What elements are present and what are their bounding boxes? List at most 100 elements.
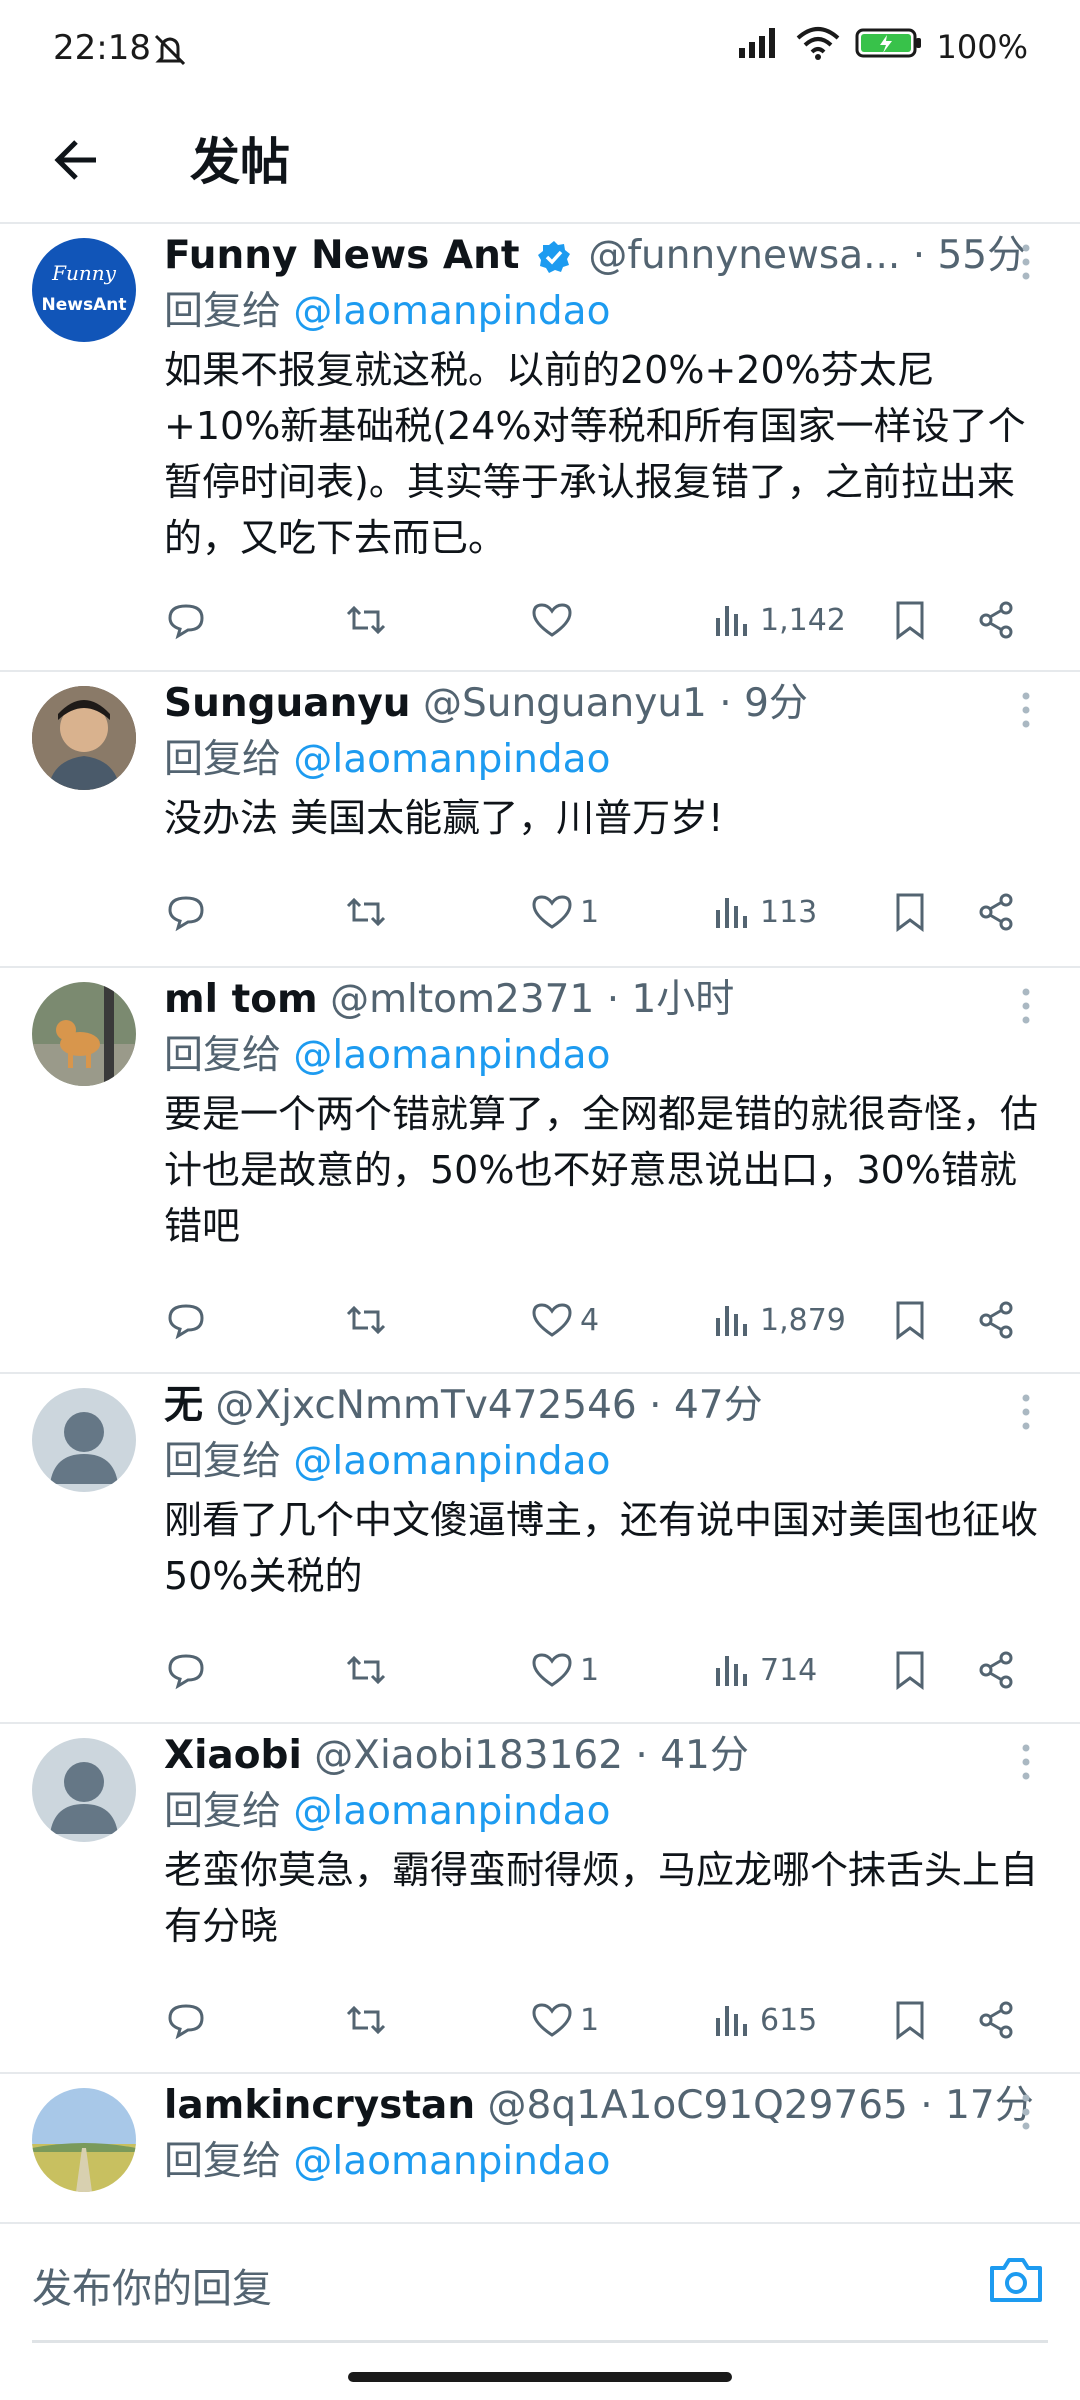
heart-icon (532, 603, 572, 637)
views-button[interactable]: 615 (710, 1990, 817, 2050)
share-button[interactable] (974, 882, 1018, 942)
post-time: · 41分 (623, 1733, 749, 1778)
post-text: 刚看了几个中文傻逼博主，还有说中国对美国也征收50%关税的 (164, 1498, 1039, 1598)
views-button[interactable]: 1,879 (710, 1290, 846, 1350)
bookmark-button[interactable] (888, 1990, 932, 2050)
avatar[interactable]: Funny NewsAnt (32, 238, 136, 342)
display-name[interactable]: Xiaobi (164, 1733, 302, 1778)
reply-button[interactable] (164, 1640, 208, 1700)
repost-button[interactable] (344, 1640, 388, 1700)
like-count: 1 (580, 894, 600, 930)
display-name[interactable]: Sunguanyu (164, 681, 411, 726)
mute-icon (150, 30, 190, 70)
bookmark-button[interactable] (888, 590, 932, 650)
reply-button[interactable] (164, 1290, 208, 1350)
reply-to-mention[interactable]: @laomanpindao (293, 1439, 610, 1484)
battery-icon (855, 26, 923, 68)
user-handle[interactable]: @XjxcNmmTv472546 (203, 1383, 636, 1428)
reply-to-mention[interactable]: @laomanpindao (293, 289, 610, 334)
reply-button[interactable] (164, 590, 208, 650)
bookmark-icon (896, 2001, 924, 2040)
user-handle[interactable]: @8q1A1oC91Q29765 (475, 2083, 908, 2128)
share-button[interactable] (974, 1640, 1018, 1700)
reply-to-prefix: 回复给 (164, 289, 294, 334)
share-button[interactable] (974, 590, 1018, 650)
reply-to-mention[interactable]: @laomanpindao (293, 2139, 610, 2184)
post-actions: 4 1,879 (164, 1290, 1044, 1350)
reply-post[interactable]: Sunguanyu @Sunguanyu1 · 9分 回复给 @laomanpi… (0, 672, 1080, 968)
repost-icon (346, 1655, 386, 1685)
views-button[interactable]: 113 (710, 882, 817, 942)
heart-icon (532, 2003, 572, 2037)
avatar-logo-text-1: Funny (51, 261, 117, 285)
back-arrow-icon[interactable] (48, 130, 108, 190)
post-text: 如果不报复就这税。以前的20%+20%芬太尼+10%新基础税(24%对等税和所有… (164, 348, 1026, 560)
like-button[interactable] (530, 590, 580, 650)
reply-to-mention[interactable]: @laomanpindao (293, 737, 610, 782)
user-handle[interactable]: @funnynewsa... (588, 233, 900, 278)
camera-icon[interactable] (984, 2248, 1048, 2312)
avatar[interactable] (32, 982, 136, 1086)
more-options-icon[interactable] (1020, 2092, 1032, 2132)
repost-icon (346, 1305, 386, 1335)
user-handle[interactable]: @Xiaobi183162 (302, 1733, 623, 1778)
avatar[interactable] (32, 686, 136, 790)
user-handle[interactable]: @mltom2371 (318, 977, 594, 1022)
views-count: 615 (760, 2002, 818, 2038)
post-time: · 17分 (907, 2083, 1034, 2128)
reply-button[interactable] (164, 882, 208, 942)
bookmark-button[interactable] (888, 882, 932, 942)
views-count: 1,879 (760, 1302, 846, 1338)
display-name[interactable]: Funny News Ant (164, 233, 520, 278)
avatar[interactable] (32, 1388, 136, 1492)
more-options-icon[interactable] (1020, 986, 1032, 1026)
repost-button[interactable] (344, 882, 388, 942)
like-count: 4 (580, 1302, 600, 1338)
bookmark-button[interactable] (888, 1640, 932, 1700)
reply-to-mention[interactable]: @laomanpindao (293, 1789, 610, 1834)
like-button[interactable]: 4 (530, 1290, 599, 1350)
status-time: 22:18 (53, 28, 151, 68)
reply-button[interactable] (164, 1990, 208, 2050)
reply-post[interactable]: ml tom @mltom2371 · 1小时 回复给 @laomanpinda… (0, 968, 1080, 1374)
post-time: · 47分 (636, 1383, 763, 1428)
more-options-icon[interactable] (1020, 690, 1032, 730)
views-button[interactable]: 1,142 (710, 590, 846, 650)
views-count: 113 (760, 894, 818, 930)
reply-to-prefix: 回复给 (164, 737, 294, 782)
display-name[interactable]: ml tom (164, 977, 318, 1022)
repost-icon (346, 897, 386, 927)
reply-post[interactable]: Funny NewsAnt Funny News Ant @funnynewsa… (0, 224, 1080, 672)
like-button[interactable]: 1 (530, 1990, 599, 2050)
display-name[interactable]: lamkincrystan (164, 2083, 475, 2128)
user-handle[interactable]: @Sunguanyu1 (411, 681, 707, 726)
reply-post[interactable]: Xiaobi @Xiaobi183162 · 41分 回复给 @laomanpi… (0, 1724, 1080, 2074)
like-button[interactable]: 1 (530, 1640, 599, 1700)
more-options-icon[interactable] (1020, 242, 1032, 282)
reply-composer: 发布你的回复 (0, 2222, 1080, 2344)
avatar[interactable] (32, 2088, 136, 2192)
display-name[interactable]: 无 (164, 1383, 203, 1428)
reply-input[interactable]: 发布你的回复 (32, 2256, 272, 2314)
reply-feed[interactable]: Funny NewsAnt Funny News Ant @funnynewsa… (0, 224, 1080, 2220)
repost-button[interactable] (344, 1290, 388, 1350)
repost-button[interactable] (344, 590, 388, 650)
reply-post[interactable]: lamkincrystan @8q1A1oC91Q29765 · 17分 回复给… (0, 2074, 1080, 2220)
reply-to-prefix: 回复给 (164, 2139, 294, 2184)
reply-post[interactable]: 无 @XjxcNmmTv472546 · 47分 回复给 @laomanpind… (0, 1374, 1080, 1724)
post-actions: 1 714 (164, 1640, 1044, 1700)
repost-button[interactable] (344, 1990, 388, 2050)
more-options-icon[interactable] (1020, 1742, 1032, 1782)
gesture-nav-bar[interactable] (348, 2372, 732, 2382)
share-button[interactable] (974, 1290, 1018, 1350)
avatar[interactable] (32, 1738, 136, 1842)
share-icon (979, 2001, 1013, 2039)
like-button[interactable]: 1 (530, 882, 599, 942)
bookmark-button[interactable] (888, 1290, 932, 1350)
share-icon (979, 893, 1013, 931)
share-button[interactable] (974, 1990, 1018, 2050)
reply-to-mention[interactable]: @laomanpindao (293, 1033, 610, 1078)
views-button[interactable]: 714 (710, 1640, 817, 1700)
battery-percent: 100% (936, 28, 1028, 66)
more-options-icon[interactable] (1020, 1392, 1032, 1432)
